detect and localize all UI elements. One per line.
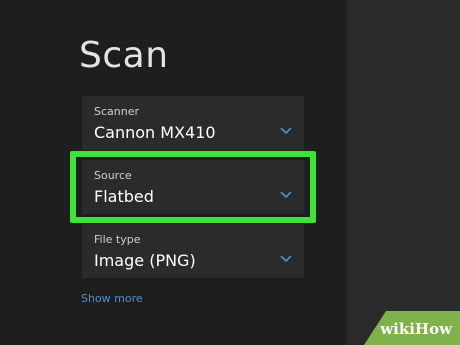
scanner-value: Cannon MX410: [94, 123, 216, 142]
file-type-value: Image (PNG): [94, 251, 196, 270]
source-dropdown[interactable]: Source Flatbed: [82, 160, 304, 214]
chevron-down-icon: [279, 126, 293, 135]
source-value: Flatbed: [94, 187, 154, 206]
file-type-label: File type: [94, 233, 141, 246]
page-title: Scan: [79, 35, 169, 76]
wikihow-watermark: wikiHow: [364, 311, 460, 345]
file-type-dropdown[interactable]: File type Image (PNG): [82, 224, 304, 278]
show-more-link[interactable]: Show more: [81, 292, 143, 306]
preview-side-panel: [347, 0, 460, 345]
scan-app-window: Scan Scanner Cannon MX410 Source Flatbed…: [0, 0, 460, 345]
scanner-dropdown[interactable]: Scanner Cannon MX410: [82, 96, 304, 150]
scanner-label: Scanner: [94, 105, 140, 118]
source-label: Source: [94, 169, 132, 182]
chevron-down-icon: [279, 190, 293, 199]
wikihow-logo-text: wikiHow: [380, 320, 452, 338]
chevron-down-icon: [279, 254, 293, 263]
